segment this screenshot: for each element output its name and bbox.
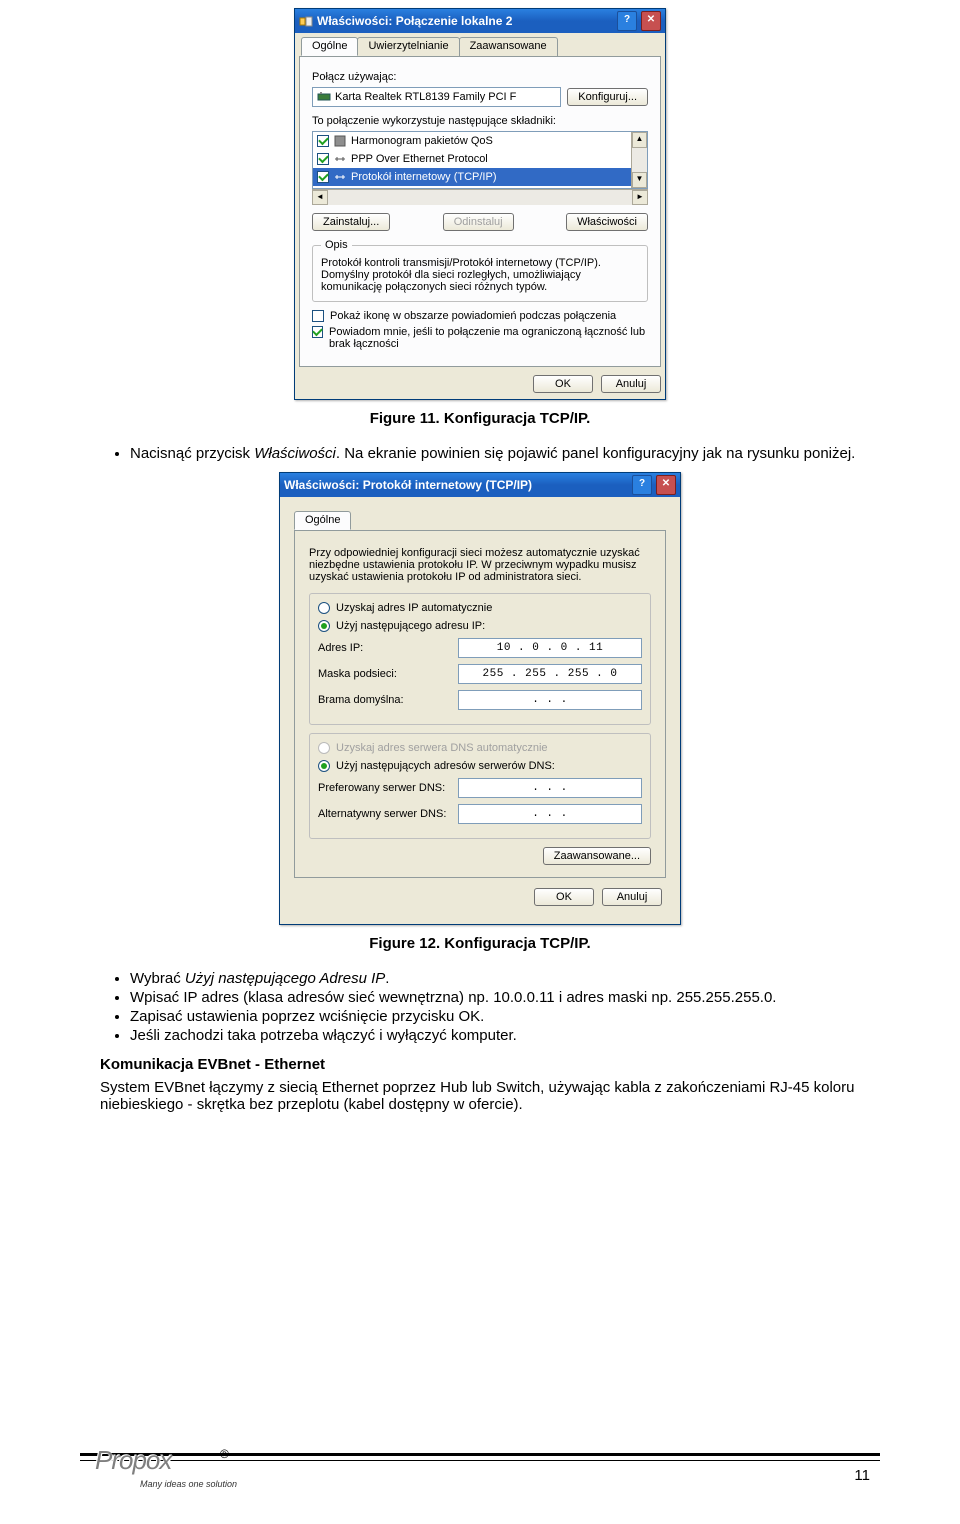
gateway-input[interactable]: . . . xyxy=(458,690,642,710)
section-text: System EVBnet łączymy z siecią Ethernet … xyxy=(100,1079,860,1113)
radio-manual-dns[interactable] xyxy=(318,760,330,772)
vertical-scrollbar[interactable]: ▲ ▼ xyxy=(631,132,647,188)
ok-button[interactable]: OK xyxy=(533,375,593,393)
configure-button[interactable]: Konfiguruj... xyxy=(567,88,648,106)
connect-using-label: Połącz używając: xyxy=(312,71,648,83)
tab-general[interactable]: Ogólne xyxy=(301,37,358,56)
uninstall-button: Odinstaluj xyxy=(443,213,514,231)
bullet-save-ok: Zapisać ustawienia poprzez wciśnięcie pr… xyxy=(130,1008,860,1025)
notify-checkbox[interactable] xyxy=(312,326,323,338)
horizontal-scrollbar[interactable]: ◄ ► xyxy=(312,189,648,205)
description-fieldset: Opis Protokół kontroli transmisji/Protok… xyxy=(312,239,648,302)
cancel-button[interactable]: Anuluj xyxy=(601,375,661,393)
text-fragment-italic: Użyj następującego Adresu IP xyxy=(185,970,385,987)
component-label: Harmonogram pakietów QoS xyxy=(351,135,493,147)
scroll-right-icon[interactable]: ► xyxy=(632,190,648,205)
components-listbox[interactable]: Harmonogram pakietów QoS PPP Over Ethern… xyxy=(312,131,648,189)
show-icon-label: Pokaż ikonę w obszarze powiadomień podcz… xyxy=(330,310,616,322)
radio-auto-dns xyxy=(318,742,330,754)
dns2-label: Alternatywny serwer DNS: xyxy=(318,808,458,820)
bullet-press-properties: Nacisnąć przycisk Właściwości. Na ekrani… xyxy=(130,445,860,462)
description-legend: Opis xyxy=(321,239,352,251)
window-title: Właściwości: Protokół internetowy (TCP/I… xyxy=(284,478,628,492)
adapter-name: Karta Realtek RTL8139 Family PCI F xyxy=(335,91,516,103)
notify-label: Powiadom mnie, jeśli to połączenie ma og… xyxy=(329,326,648,350)
titlebar: Właściwości: Połączenie lokalne 2 ? ✕ xyxy=(295,9,665,33)
figure-12-caption: Figure 12. Konfiguracja TCP/IP. xyxy=(0,935,960,952)
text-fragment-italic: Właściwości xyxy=(254,445,336,462)
subnet-mask-label: Maska podsieci: xyxy=(318,668,458,680)
section-title: Komunikacja EVBnet - Ethernet xyxy=(100,1056,860,1073)
page-footer: Propox ® Many ideas one solution 11 xyxy=(0,1453,960,1484)
scroll-left-icon[interactable]: ◄ xyxy=(312,190,328,205)
bullet-enter-ip: Wpisać IP adres (klasa adresów sieć wewn… xyxy=(130,989,860,1006)
radio-auto-dns-label: Uzyskaj adres serwera DNS automatycznie xyxy=(336,742,548,754)
components-label: To połączenie wykorzystuje następujące s… xyxy=(312,115,648,127)
tab-advanced[interactable]: Zaawansowane xyxy=(459,37,558,56)
logo-tagline: Many ideas one solution xyxy=(140,1479,237,1489)
help-button[interactable]: ? xyxy=(617,11,637,31)
radio-auto-ip-label: Uzyskaj adres IP automatycznie xyxy=(336,602,492,614)
text-fragment: . xyxy=(385,970,389,987)
tab-strip: Ogólne Uwierzytelnianie Zaawansowane xyxy=(295,33,665,56)
properties-button[interactable]: Właściwości xyxy=(566,213,648,231)
scroll-up-icon[interactable]: ▲ xyxy=(632,132,647,148)
ok-button[interactable]: OK xyxy=(534,888,594,906)
dns2-input[interactable]: . . . xyxy=(458,804,642,824)
screenshot-connection-properties: Właściwości: Połączenie lokalne 2 ? ✕ Og… xyxy=(294,8,666,400)
network-card-icon xyxy=(317,90,331,104)
advanced-button[interactable]: Zaawansowane... xyxy=(543,847,651,865)
text-fragment: . Na ekranie powinien się pojawić panel … xyxy=(336,445,855,462)
show-icon-checkbox[interactable] xyxy=(312,310,324,322)
intro-text: Przy odpowiedniej konfiguracji sieci moż… xyxy=(309,547,651,583)
close-button[interactable]: ✕ xyxy=(656,475,676,495)
dns1-input[interactable]: . . . xyxy=(458,778,642,798)
description-text: Protokół kontroli transmisji/Protokół in… xyxy=(321,257,639,293)
registered-mark: ® xyxy=(220,1447,229,1461)
ip-address-input[interactable]: 10 . 0 . 0 . 11 xyxy=(458,638,642,658)
component-label: Protokół internetowy (TCP/IP) xyxy=(351,171,497,183)
figure-11-caption: Figure 11. Konfiguracja TCP/IP. xyxy=(0,410,960,427)
title-icon xyxy=(299,14,313,28)
radio-manual-dns-label: Użyj następujących adresów serwerów DNS: xyxy=(336,760,555,772)
screenshot-tcpip-properties: Właściwości: Protokół internetowy (TCP/I… xyxy=(279,472,681,925)
adapter-field: Karta Realtek RTL8139 Family PCI F xyxy=(312,87,561,107)
bullet-choose-use-ip: Wybrać Użyj następującego Adresu IP. xyxy=(130,970,860,987)
help-button[interactable]: ? xyxy=(632,475,652,495)
titlebar: Właściwości: Protokół internetowy (TCP/I… xyxy=(280,473,680,497)
radio-auto-ip[interactable] xyxy=(318,602,330,614)
radio-manual-ip-label: Użyj następującego adresu IP: xyxy=(336,620,485,632)
dns1-label: Preferowany serwer DNS: xyxy=(318,782,458,794)
cancel-button[interactable]: Anuluj xyxy=(602,888,662,906)
window-title: Właściwości: Połączenie lokalne 2 xyxy=(317,14,613,28)
radio-manual-ip[interactable] xyxy=(318,620,330,632)
tcpip-icon xyxy=(333,170,347,184)
checkbox-icon[interactable] xyxy=(317,153,329,165)
component-label: PPP Over Ethernet Protocol xyxy=(351,153,488,165)
bullet-restart: Jeśli zachodzi taka potrzeba włączyć i w… xyxy=(130,1027,860,1044)
checkbox-icon[interactable] xyxy=(317,171,329,183)
ppp-icon xyxy=(333,152,347,166)
ip-address-label: Adres IP: xyxy=(318,642,458,654)
install-button[interactable]: Zainstaluj... xyxy=(312,213,390,231)
gateway-label: Brama domyślna: xyxy=(318,694,458,706)
checkbox-icon[interactable] xyxy=(317,135,329,147)
text-fragment: Wybrać xyxy=(130,970,185,987)
qos-icon xyxy=(333,134,347,148)
tab-general[interactable]: Ogólne xyxy=(294,511,351,530)
close-button[interactable]: ✕ xyxy=(641,11,661,31)
subnet-mask-input[interactable]: 255 . 255 . 255 . 0 xyxy=(458,664,642,684)
scroll-down-icon[interactable]: ▼ xyxy=(632,172,647,188)
text-fragment: Nacisnąć przycisk xyxy=(130,445,254,462)
tab-auth[interactable]: Uwierzytelnianie xyxy=(357,37,459,56)
